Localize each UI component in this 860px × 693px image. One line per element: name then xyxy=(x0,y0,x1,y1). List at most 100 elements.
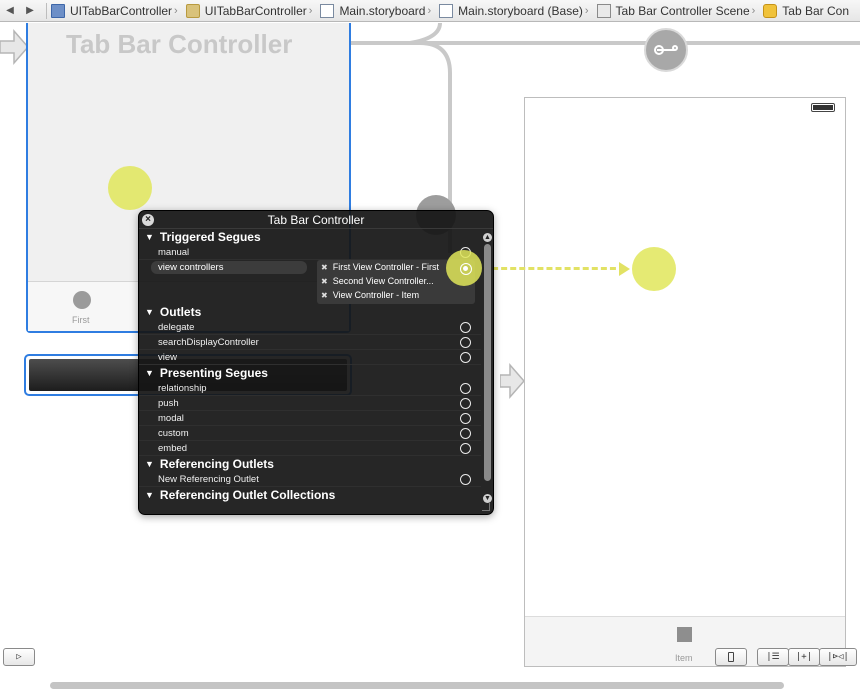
align-icon: |☰ xyxy=(766,652,780,662)
hud-titlebar[interactable]: Tab Bar Controller × xyxy=(139,211,493,229)
back-arrow-icon[interactable]: ◀ xyxy=(0,5,20,16)
canvas-bottom-bar: ▷ |☰ |+| |⊳◁| xyxy=(0,646,860,693)
section-referencing-outlet-collections[interactable]: ▼ Referencing Outlet Collections xyxy=(139,487,481,503)
view-controller-scene[interactable]: Item xyxy=(524,97,846,667)
connection-circle-icon[interactable] xyxy=(460,443,471,454)
connection-circle-icon[interactable] xyxy=(460,337,471,348)
chevron-right-icon: › xyxy=(584,4,589,17)
breadcrumb-label: UITabBarController xyxy=(70,3,173,18)
breadcrumb-storyboard[interactable]: Main.storyboard › xyxy=(320,3,439,18)
outlet-row-push[interactable]: push xyxy=(139,396,481,411)
align-button[interactable]: |☰ xyxy=(757,648,789,666)
row-label: custom xyxy=(158,428,189,439)
row-label: manual xyxy=(158,247,190,258)
disclosure-triangle-icon[interactable]: ▼ xyxy=(145,232,154,242)
breadcrumb-label: Main.storyboard (Base) xyxy=(458,3,583,18)
connection-circle-icon[interactable] xyxy=(460,413,471,424)
connection-circle-icon[interactable] xyxy=(460,428,471,439)
section-title: Outlets xyxy=(159,305,202,319)
breadcrumb-label: Main.storyboard xyxy=(339,3,426,18)
breadcrumb-tab-bar-controller[interactable]: Tab Bar Con xyxy=(763,3,853,18)
connection-circle-icon[interactable] xyxy=(460,352,471,363)
project-icon xyxy=(51,3,65,18)
section-outlets[interactable]: ▼ Outlets xyxy=(139,304,481,320)
row-label: New Referencing Outlet xyxy=(158,474,259,485)
breadcrumb-label: UITabBarController xyxy=(204,3,307,18)
connection-circle-icon[interactable] xyxy=(460,383,471,394)
breadcrumb-project[interactable]: UITabBarController › xyxy=(51,3,186,18)
tab-bar-controller-icon xyxy=(763,3,778,18)
connection-circle-icon[interactable] xyxy=(460,474,471,485)
forward-arrow-icon[interactable]: ▶ xyxy=(20,5,40,16)
outlet-row-manual[interactable]: manual xyxy=(139,245,481,260)
connection-label: View Controller - Item xyxy=(332,290,420,300)
storyboard-canvas[interactable]: Tab Bar Controller First Item Tab Bar Co… xyxy=(0,23,860,678)
resize-grip-icon[interactable] xyxy=(482,503,490,511)
row-label: embed xyxy=(158,443,188,454)
storyboard-file-icon xyxy=(320,3,335,18)
row-label: view controllers xyxy=(158,262,224,273)
outlet-row-modal[interactable]: modal xyxy=(139,411,481,426)
connected-circle-icon[interactable] xyxy=(460,263,472,275)
breadcrumb-folder[interactable]: UITabBarController › xyxy=(185,3,321,18)
scene-title: Tab Bar Controller xyxy=(66,29,293,59)
close-icon[interactable]: × xyxy=(142,214,154,226)
breadcrumb-storyboard-base[interactable]: Main.storyboard (Base) › xyxy=(439,3,596,18)
scene-entry-arrow-icon xyxy=(500,363,525,399)
section-presenting-segues[interactable]: ▼ Presenting Segues xyxy=(139,365,481,381)
section-title: Triggered Segues xyxy=(159,230,261,244)
connection-target-highlight xyxy=(632,247,676,291)
pin-button[interactable]: |+| xyxy=(788,648,820,666)
horizontal-scrollbar[interactable] xyxy=(50,682,784,689)
remove-connection-icon[interactable]: ✖ xyxy=(321,291,328,300)
outlet-row-view[interactable]: view xyxy=(139,350,481,365)
chevron-right-icon: › xyxy=(427,4,432,17)
disclosure-triangle-icon[interactable]: ▼ xyxy=(145,307,154,317)
row-label: modal xyxy=(158,413,184,424)
disclosure-triangle-icon[interactable]: ▼ xyxy=(145,459,154,469)
outlet-row-new-referencing-outlet[interactable]: New Referencing Outlet xyxy=(139,472,481,487)
connection-drag-arrow xyxy=(619,262,630,276)
segue-icon[interactable] xyxy=(644,28,688,72)
show-document-outline-icon: ▷ xyxy=(16,652,22,662)
chevron-right-icon: › xyxy=(751,4,756,17)
remove-connection-icon[interactable]: ✖ xyxy=(321,263,328,272)
jump-bar: ◀ ▶ UITabBarController › UITabBarControl… xyxy=(0,0,860,22)
section-referencing-outlets[interactable]: ▼ Referencing Outlets xyxy=(139,456,481,472)
outlet-row-custom[interactable]: custom xyxy=(139,426,481,441)
outlet-row-delegate[interactable]: delegate xyxy=(139,320,481,335)
hud-body: ▼ Triggered Segues manual view controlle… xyxy=(139,229,482,503)
breadcrumb-scene[interactable]: Tab Bar Controller Scene › xyxy=(596,3,764,18)
scroll-thumb[interactable] xyxy=(484,244,491,481)
hud-scrollbar[interactable]: ▲ ▼ xyxy=(483,233,492,503)
connection-circle-icon[interactable] xyxy=(460,398,471,409)
pin-icon: |+| xyxy=(795,652,813,662)
resolve-issues-icon: |⊳◁| xyxy=(827,652,849,662)
scroll-up-icon[interactable]: ▲ xyxy=(483,233,492,242)
row-label: delegate xyxy=(158,322,195,333)
outlet-row-relationship[interactable]: relationship xyxy=(139,381,481,396)
disclosure-triangle-icon[interactable]: ▼ xyxy=(145,368,154,378)
document-outline-button[interactable]: ▷ xyxy=(3,648,35,666)
disclosure-triangle-icon[interactable]: ▼ xyxy=(145,490,154,500)
connection-circle-icon[interactable] xyxy=(460,322,471,333)
folder-icon xyxy=(185,3,200,18)
resolve-auto-layout-button[interactable]: |⊳◁| xyxy=(819,648,857,666)
outlet-row-embed[interactable]: embed xyxy=(139,441,481,456)
form-factor-button[interactable] xyxy=(715,648,747,666)
outlet-row-search-display-controller[interactable]: searchDisplayController xyxy=(139,335,481,350)
section-triggered-segues[interactable]: ▼ Triggered Segues xyxy=(139,229,481,245)
connection-source-highlight xyxy=(108,166,152,210)
row-label: relationship xyxy=(158,383,207,394)
tab-bar-item-icon xyxy=(73,291,91,309)
outlet-row-view-controllers[interactable]: view controllers ✖ First View Controller… xyxy=(139,250,482,304)
tab-bar-item-icon xyxy=(677,627,692,642)
scroll-down-icon[interactable]: ▼ xyxy=(483,494,492,503)
row-label: view xyxy=(158,352,178,363)
connection-item[interactable]: ✖ View Controller - Item xyxy=(317,288,475,302)
divider xyxy=(46,2,47,19)
connection-label: Second View Controller... xyxy=(332,276,434,286)
section-title: Referencing Outlets xyxy=(159,457,274,471)
remove-connection-icon[interactable]: ✖ xyxy=(321,277,328,286)
connections-hud[interactable]: Tab Bar Controller × ▼ Triggered Segues … xyxy=(138,210,494,515)
